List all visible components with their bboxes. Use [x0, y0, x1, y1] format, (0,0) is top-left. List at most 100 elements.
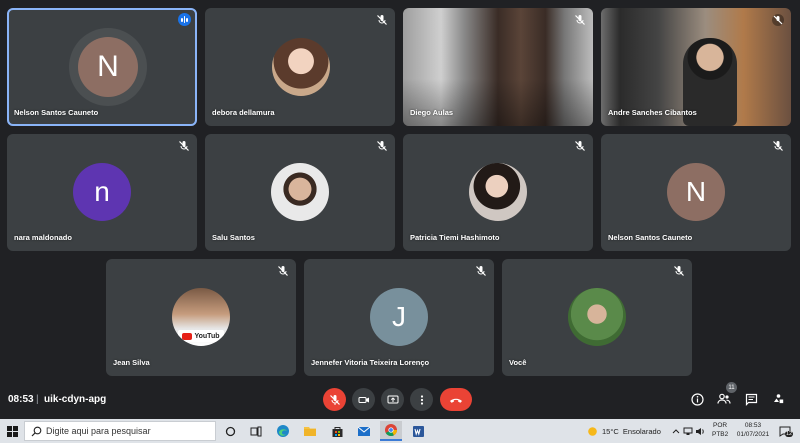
taskbar-app-edge[interactable] — [272, 421, 294, 441]
camera-icon — [358, 396, 369, 403]
language-code: POR — [713, 422, 728, 429]
keyboard-layout: PTB2 — [712, 431, 729, 438]
weather-text: 15°C Ensolarado — [602, 426, 661, 436]
taskbar-app-word[interactable] — [407, 421, 429, 441]
avatar-initial: N — [97, 50, 119, 83]
participant-tile[interactable]: N Nelson Santos Cauneto — [601, 134, 791, 251]
sun-icon — [588, 426, 597, 436]
system-clock[interactable]: 08:53 01/07/2021 — [733, 421, 773, 441]
more-vert-icon — [420, 394, 423, 405]
windows-taskbar: Digite aqui para pesquisar 15°C Ensolara… — [0, 419, 800, 443]
camera-toggle-button[interactable] — [352, 388, 375, 411]
taskbar-search-box[interactable]: Digite aqui para pesquisar — [24, 421, 216, 441]
participant-name: Nelson Santos Cauneto — [14, 108, 99, 117]
language-indicator[interactable]: POR PTB2 — [710, 421, 732, 441]
folder-icon — [304, 427, 316, 436]
chat-button[interactable] — [742, 390, 760, 408]
clock-date: 01/07/2021 — [736, 431, 770, 438]
muted-mic-icon — [575, 141, 585, 151]
taskbar-app-file-explorer[interactable] — [299, 421, 321, 441]
participant-name: Jean Silva — [113, 358, 150, 367]
more-options-button[interactable] — [410, 388, 433, 411]
meeting-code[interactable]: uik-cdyn-apg — [44, 394, 106, 405]
participant-tile[interactable]: Patricia Tiemi Hashimoto — [403, 134, 593, 251]
task-view-button[interactable] — [245, 421, 267, 441]
hang-up-icon — [450, 398, 462, 403]
start-button[interactable] — [1, 421, 23, 441]
volume-button[interactable] — [694, 421, 706, 441]
edge-icon — [277, 425, 289, 437]
network-icon — [683, 427, 693, 435]
meeting-grid: N Nelson Santos Cauneto debora dellamura… — [0, 0, 800, 383]
participant-name: nara maldonado — [14, 233, 72, 242]
avatar-photo — [469, 163, 527, 221]
avatar: n — [73, 163, 131, 221]
network-button[interactable] — [682, 421, 694, 441]
participant-tile[interactable]: N Nelson Santos Cauneto — [7, 8, 197, 126]
muted-mic-icon — [278, 266, 288, 276]
muted-mic-icon — [772, 14, 784, 26]
participant-tile[interactable]: n nara maldonado — [7, 134, 197, 251]
muted-mic-icon — [377, 15, 387, 25]
chevron-up-icon — [672, 429, 680, 434]
meeting-details-button[interactable] — [688, 390, 706, 408]
meeting-time: 08:53 — [8, 394, 34, 405]
participant-name: Diego Aulas — [410, 108, 454, 117]
notification-count: 12 — [785, 431, 794, 437]
separator: | — [36, 394, 39, 405]
muted-mic-icon — [377, 141, 387, 151]
avatar-initial: N — [685, 176, 707, 207]
participant-name: Andre Sanches Cibantos — [608, 108, 697, 117]
taskbar-app-store[interactable] — [326, 421, 348, 441]
avatar: N — [78, 37, 138, 97]
muted-mic-icon — [476, 266, 486, 276]
participant-name: debora dellamura — [212, 108, 275, 117]
chrome-icon — [385, 424, 397, 437]
avatar-photo — [568, 288, 626, 346]
participant-tile[interactable]: J Jennefer Vitoria Teixeira Lorenço — [304, 259, 494, 376]
clock-time: 08:53 — [744, 422, 762, 429]
people-icon — [717, 393, 731, 404]
youtube-logo: YouTub — [178, 330, 224, 342]
cortana-button[interactable] — [219, 421, 241, 441]
end-call-button[interactable] — [440, 388, 472, 411]
task-view-icon — [250, 426, 262, 436]
info-icon — [690, 392, 704, 406]
windows-logo-icon — [6, 425, 18, 437]
weather-widget[interactable]: 15°C Ensolarado — [587, 421, 669, 441]
search-icon — [31, 426, 42, 436]
avatar-initial: J — [392, 301, 406, 332]
participant-name: Jennefer Vitoria Teixeira Lorenço — [311, 358, 430, 367]
present-screen-icon — [387, 395, 398, 403]
cortana-icon — [225, 426, 235, 436]
meeting-control-bar: 08:53 | uik-cdyn-apg — [0, 383, 800, 419]
participant-tile[interactable]: Andre Sanches Cibantos — [601, 8, 791, 126]
participant-tile[interactable]: YouTub Jean Silva — [106, 259, 296, 376]
mail-icon — [357, 426, 371, 436]
muted-mic-icon — [773, 141, 783, 151]
participant-tile[interactable]: Salu Santos — [205, 134, 395, 251]
tray-overflow-button[interactable] — [670, 421, 682, 441]
present-screen-button[interactable] — [381, 388, 404, 411]
participant-name: Você — [509, 358, 527, 367]
participant-tile[interactable]: debora dellamura — [205, 8, 395, 126]
activities-button[interactable] — [769, 390, 787, 408]
youtube-logo-text: YouTub — [194, 332, 220, 340]
muted-mic-icon — [674, 266, 684, 276]
avatar-photo — [271, 163, 329, 221]
muted-mic-icon — [179, 141, 189, 151]
taskbar-app-chrome[interactable] — [380, 421, 402, 441]
muted-mic-icon — [575, 15, 585, 25]
mic-off-icon — [329, 394, 340, 405]
participant-tile[interactable]: Diego Aulas — [403, 8, 593, 126]
notifications-button[interactable]: 12 — [774, 421, 796, 441]
word-icon — [412, 425, 424, 437]
store-bag-icon — [332, 426, 342, 437]
activities-icon — [773, 393, 783, 403]
mic-toggle-button[interactable] — [323, 388, 346, 411]
speaker-icon — [696, 427, 704, 435]
taskbar-app-mail[interactable] — [353, 421, 375, 441]
participant-name: Salu Santos — [212, 233, 255, 242]
avatar: J — [370, 288, 428, 346]
participant-tile[interactable]: Você — [502, 259, 692, 376]
